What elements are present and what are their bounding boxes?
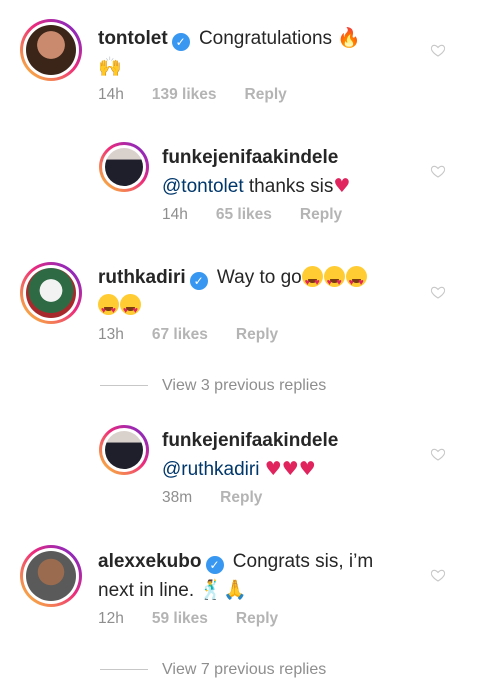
comment-body: tontolet ✓ Congratulations 🔥 🙌 (98, 24, 398, 82)
likes-count[interactable]: 139 likes (152, 86, 217, 103)
view-previous-replies[interactable]: View 3 previous replies (100, 377, 326, 395)
comment-text: Congratulations (198, 28, 333, 49)
reply-button[interactable]: Reply (220, 489, 262, 506)
verified-badge-icon: ✓ (205, 556, 224, 574)
reply-button[interactable]: Reply (300, 206, 342, 223)
heart-eyes-emoji (301, 266, 323, 296)
heart-outline-icon[interactable] (430, 42, 446, 58)
avatar-ruthkadiri[interactable] (20, 262, 82, 324)
timestamp: 14h (98, 86, 124, 103)
timestamp: 12h (98, 610, 124, 627)
dancing-praying-emoji: 🕺🙏 (199, 579, 247, 601)
red-heart-emoji: ♥ (333, 175, 351, 197)
timestamp: 38m (162, 489, 193, 506)
heart-outline-icon[interactable] (430, 446, 446, 462)
heart-outline-icon[interactable] (430, 284, 446, 300)
timestamp: 14h (162, 206, 188, 223)
divider-line (100, 669, 148, 671)
heart-eyes-emoji (323, 266, 345, 296)
view-previous-replies[interactable]: View 7 previous replies (100, 661, 326, 679)
mention-link[interactable]: @tontolet (162, 176, 244, 197)
comment-body: ruthkadiri ✓ Way to go (98, 264, 398, 324)
fire-emoji: 🔥 (337, 27, 361, 49)
avatar-tontolet[interactable] (20, 19, 82, 81)
comment-text: thanks sis (248, 176, 334, 197)
view-replies-label[interactable]: View 7 previous replies (162, 661, 326, 678)
comment-body: funkejenifaakindele @ruthkadiri ♥♥♥ (162, 427, 462, 484)
reply-button[interactable]: Reply (236, 326, 278, 343)
avatar-funkejenifaakindele[interactable] (99, 142, 149, 192)
red-heart-emoji: ♥♥♥ (264, 458, 316, 480)
heart-eyes-emoji (120, 294, 141, 324)
likes-count[interactable]: 65 likes (216, 206, 272, 223)
avatar-alexxekubo[interactable] (20, 545, 82, 607)
username[interactable]: funkejenifaakindele (162, 430, 338, 451)
reply-button[interactable]: Reply (236, 610, 278, 627)
likes-count[interactable]: 67 likes (152, 326, 208, 343)
comment-body: funkejenifaakindele @tontolet thanks sis… (162, 144, 462, 201)
view-replies-label[interactable]: View 3 previous replies (162, 377, 326, 394)
comment-meta: 38m Reply (162, 489, 290, 507)
comment-text: Congrats sis, i’m (232, 551, 374, 572)
username[interactable]: alexxekubo (98, 551, 202, 572)
reply-button[interactable]: Reply (245, 86, 287, 103)
username[interactable]: funkejenifaakindele (162, 147, 338, 168)
heart-outline-icon[interactable] (430, 163, 446, 179)
comment-body: alexxekubo ✓ Congrats sis, i’m next in li… (98, 548, 418, 605)
comment-meta: 13h 67 likes Reply (98, 326, 306, 344)
username[interactable]: tontolet (98, 28, 168, 49)
comment-meta: 14h 139 likes Reply (98, 86, 315, 104)
raising-hands-emoji: 🙌 (98, 56, 122, 78)
mention-link[interactable]: @ruthkadiri (162, 459, 259, 480)
avatar-funkejenifaakindele[interactable] (99, 425, 149, 475)
username[interactable]: ruthkadiri (98, 267, 186, 288)
comment-text: Way to go (216, 267, 302, 288)
heart-eyes-emoji (345, 266, 367, 296)
verified-badge-icon: ✓ (189, 272, 208, 290)
comment-meta: 14h 65 likes Reply (162, 206, 370, 224)
heart-eyes-emoji (98, 294, 119, 324)
comment-meta: 12h 59 likes Reply (98, 610, 306, 628)
divider-line (100, 385, 148, 387)
heart-outline-icon[interactable] (430, 567, 446, 583)
likes-count[interactable]: 59 likes (152, 610, 208, 627)
comment-text-line2: next in line. (98, 580, 195, 601)
verified-badge-icon: ✓ (171, 33, 190, 51)
timestamp: 13h (98, 326, 124, 343)
